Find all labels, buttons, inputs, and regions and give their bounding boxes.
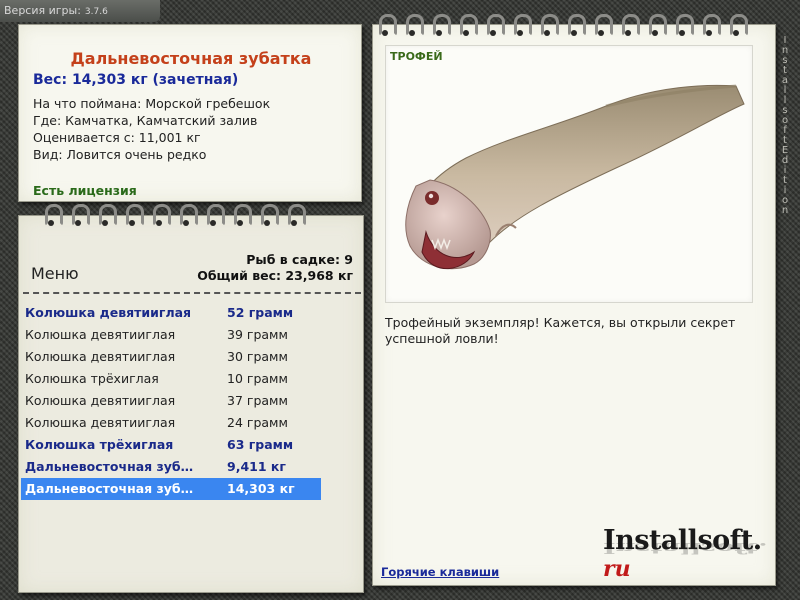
installsoft-logo: Installsoft. ru Installsoft. <box>603 525 775 582</box>
spiral-ring-icon <box>233 204 252 226</box>
spiral-ring-icon <box>179 204 198 226</box>
spiral-ring-icon <box>44 204 63 226</box>
fish-weight-value: 52 грамм <box>227 305 294 320</box>
fish-name-title: Дальневосточная зубатка <box>70 49 312 68</box>
caught-with: На что поймана: Морской гребешок <box>33 96 271 111</box>
trophy-message: Трофейный экземпляр! Кажется, вы открыли… <box>385 315 736 346</box>
fish-species: Дальневосточная зуба... <box>25 481 201 496</box>
spiral-ring-icon <box>378 14 397 36</box>
fish-species: Колюшка девятииглая <box>25 305 192 320</box>
fish-weight-value: 63 грамм <box>227 437 294 452</box>
fish-species: Колюшка трёхиглая <box>25 437 174 452</box>
spiral-ring-icon <box>152 204 171 226</box>
trophy-badge: ТРОФЕЙ <box>390 50 443 63</box>
spiral-ring-icon <box>540 14 559 36</box>
fish-weight-value: 14,303 кг <box>227 481 295 496</box>
fish-weight-value: 39 грамм <box>227 327 288 342</box>
fish-species: Колюшка девятииглая <box>25 349 176 364</box>
fish-image <box>405 84 745 270</box>
spiral-ring-icon <box>486 14 505 36</box>
license-status: Есть лицензия <box>33 183 137 198</box>
spiral-ring-icon <box>125 204 144 226</box>
spiral-ring-icon <box>206 204 225 226</box>
hotkeys-link[interactable]: Горячие клавиши <box>381 565 499 579</box>
fish-species: Колюшка девятииглая <box>25 393 176 408</box>
fish-count: Рыб в садке: 9 <box>246 252 353 267</box>
spiral-ring-icon <box>405 14 424 36</box>
spiral-ring-icon <box>729 14 748 36</box>
catch-stats: Рыб в садке: 9 Общий вес: 23,968 кг <box>197 252 353 284</box>
catch-list-item[interactable]: Колюшка девятииглая 52 грамм <box>21 302 321 324</box>
fish-species: Колюшка девятииглая <box>25 327 176 342</box>
vertical-watermark: InstallsoftEdition <box>779 36 791 216</box>
fish-weight-value: 37 грамм <box>227 393 288 408</box>
catch-list-item[interactable]: Колюшка трёхиглая 63 грамм <box>21 434 321 456</box>
divider <box>23 292 361 294</box>
catch-list-item[interactable]: Дальневосточная зуба... 14,303 кг <box>21 478 321 500</box>
spiral-ring-icon <box>702 14 721 36</box>
fish-species: Колюшка трёхиглая <box>25 371 159 386</box>
fish-weight-value: 30 грамм <box>227 349 288 364</box>
rarity: Вид: Ловится очень редко <box>33 147 207 162</box>
menu-button[interactable]: Меню <box>31 264 79 283</box>
caught-where: Где: Камчатка, Камчатский залив <box>33 113 258 128</box>
top-spiral-binding <box>378 14 756 36</box>
catch-list: Колюшка девятииглая 52 грамм Колюшка девят… <box>21 302 321 500</box>
brand-suffix: ru <box>603 556 631 582</box>
fish-species: Дальневосточная зуба... <box>25 459 201 474</box>
catch-list-item[interactable]: Колюшка девятииглая 37 грамм <box>21 390 321 412</box>
spiral-ring-icon <box>260 204 279 226</box>
fish-species: Колюшка девятииглая <box>25 415 176 430</box>
catch-list-item[interactable]: Дальневосточная зуба... 9,411 кг <box>21 456 321 478</box>
spiral-ring-icon <box>287 204 306 226</box>
spiral-ring-icon <box>648 14 667 36</box>
watermark-letter: n <box>781 205 789 216</box>
spiral-ring-icon <box>621 14 640 36</box>
trophy-card: ТРОФЕЙ Трофейный экземпляр! Кажется, вы … <box>372 24 776 586</box>
catch-menu-card: Меню Рыб в садке: 9 Общий вес: 23,968 кг… <box>18 215 364 593</box>
spiral-ring-icon <box>459 14 478 36</box>
total-weight: Общий вес: 23,968 кг <box>197 268 353 283</box>
fish-picture-frame: ТРОФЕЙ <box>385 45 753 303</box>
catch-list-item[interactable]: Колюшка девятииглая 39 грамм <box>21 324 321 346</box>
spiral-ring-icon <box>594 14 613 36</box>
spiral-ring-icon <box>98 204 117 226</box>
rated-from: Оценивается с: 11,001 кг <box>33 130 201 145</box>
spiral-ring-icon <box>513 14 532 36</box>
fish-weight: Вес: 14,303 кг (зачетная) <box>33 72 239 88</box>
spiral-ring-icon <box>567 14 586 36</box>
fish-info-card: Дальневосточная зубатка Вес: 14,303 кг (… <box>18 24 362 202</box>
fish-weight-value: 10 грамм <box>227 371 288 386</box>
brand-reflection: Installsoft. <box>603 538 768 556</box>
fish-details: На что поймана: Морской гребешок Где: Ка… <box>33 95 270 163</box>
version-bar: Версия игры: 3.7.6 <box>0 0 160 22</box>
fish-weight-value: 9,411 кг <box>227 459 286 474</box>
spiral-ring-icon <box>675 14 694 36</box>
spiral-ring-icon <box>71 204 90 226</box>
version-number: 3.7.6 <box>84 7 108 17</box>
catch-list-item[interactable]: Колюшка трёхиглая 10 грамм <box>21 368 321 390</box>
menu-spiral-binding <box>44 204 314 226</box>
version-label: Версия игры: <box>4 4 81 17</box>
catch-list-item[interactable]: Колюшка девятииглая 30 грамм <box>21 346 321 368</box>
spiral-ring-icon <box>432 14 451 36</box>
catch-list-item[interactable]: Колюшка девятииглая 24 грамм <box>21 412 321 434</box>
fish-weight-value: 24 грамм <box>227 415 288 430</box>
